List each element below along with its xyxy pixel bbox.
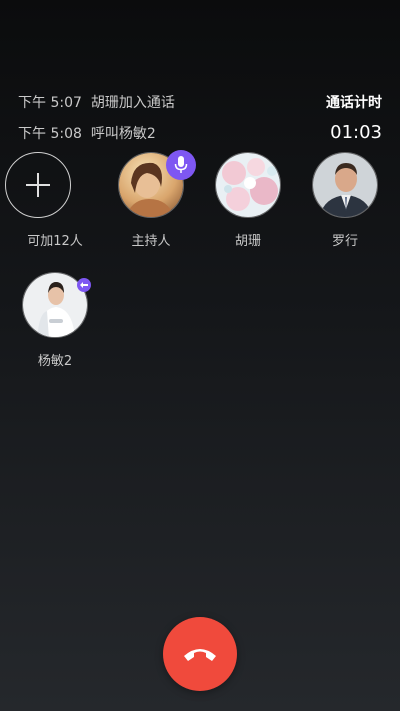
timer-title: 通话计时: [326, 94, 382, 111]
add-participant[interactable]: 可加12人: [5, 152, 105, 249]
call-log-row: 下午 5:07 胡珊加入通话 通话计时: [18, 86, 382, 117]
participant-yangmin2[interactable]: 杨敏2: [5, 272, 105, 369]
participant-name: 杨敏2: [37, 354, 73, 369]
plus-icon: [26, 173, 50, 197]
add-participant-label: 可加12人: [27, 234, 83, 249]
avatar[interactable]: [312, 152, 378, 218]
log-time: 下午 5:07: [18, 94, 82, 111]
participant-name: 主持人: [131, 234, 171, 249]
call-log: 下午 5:07 胡珊加入通话 通话计时 下午 5:08 呼叫杨敏2 01:03: [18, 86, 382, 148]
call-timer: 01:03: [330, 122, 382, 143]
calling-icon: [77, 278, 91, 292]
participant-name: 胡珊: [234, 234, 261, 249]
add-participant-button[interactable]: [5, 152, 71, 218]
participant-luohang[interactable]: 罗行: [295, 152, 395, 249]
avatar[interactable]: [215, 152, 281, 218]
log-event: 胡珊加入通话: [90, 94, 175, 111]
call-screen: 下午 5:07 胡珊加入通话 通话计时 下午 5:08 呼叫杨敏2 01:03 可加…: [0, 0, 400, 711]
log-time: 下午 5:08: [18, 125, 82, 142]
participant-host[interactable]: 主持人: [101, 150, 201, 249]
hang-up-button[interactable]: [163, 617, 237, 691]
participant-name: 罗行: [331, 234, 358, 249]
log-event: 呼叫杨敏2: [90, 125, 156, 142]
call-log-row: 下午 5:08 呼叫杨敏2 01:03: [18, 117, 382, 148]
hang-up-phone-icon: [184, 649, 216, 661]
microphone-icon: [166, 150, 196, 180]
participant-hushan[interactable]: 胡珊: [198, 152, 298, 249]
